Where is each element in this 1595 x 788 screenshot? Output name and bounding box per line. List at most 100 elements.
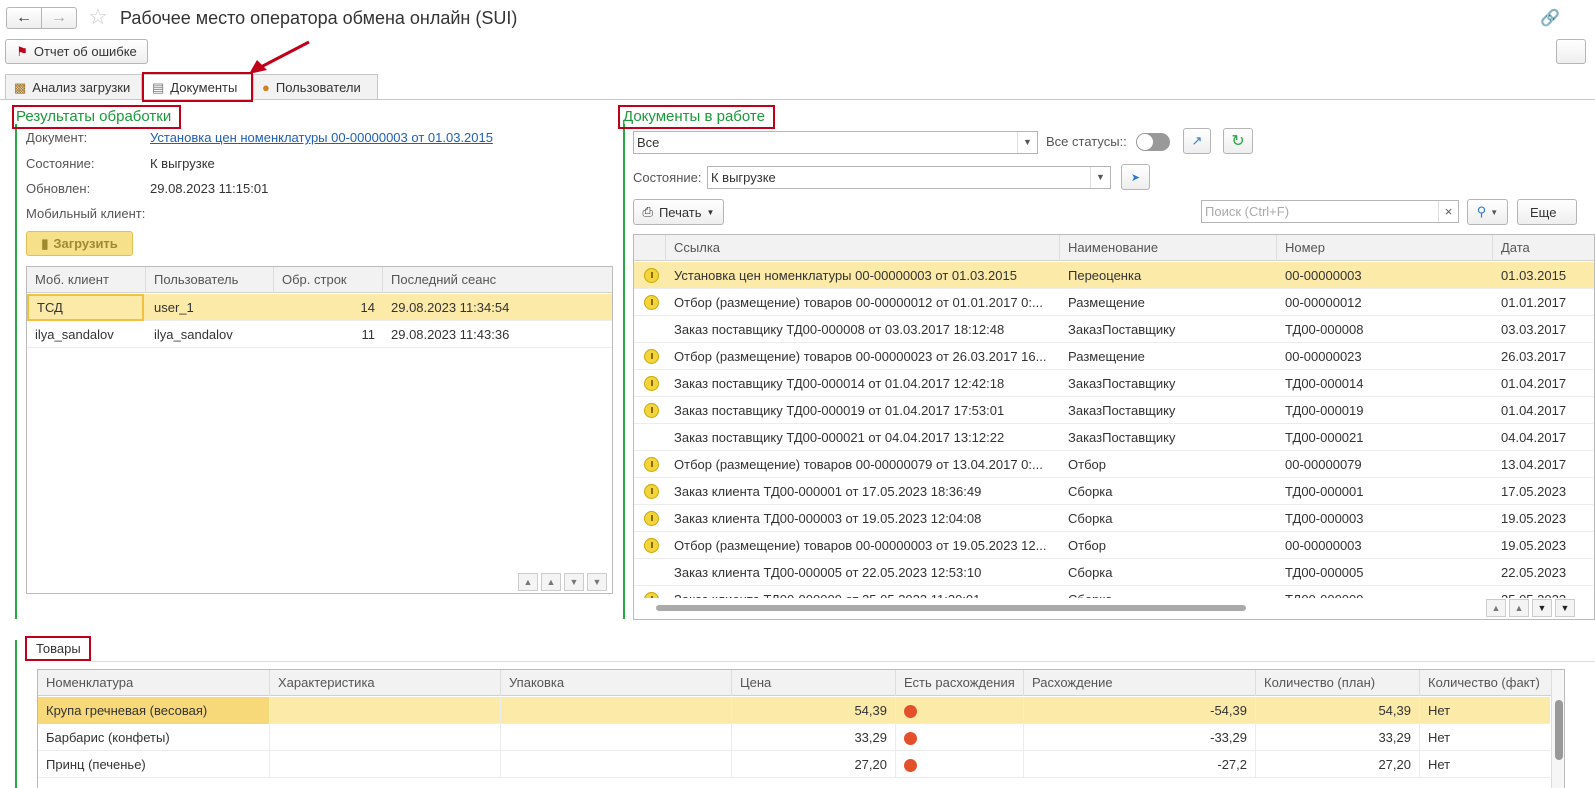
horizontal-scrollbar[interactable] (642, 604, 1460, 612)
table-row[interactable]: Заказ клиента ТД00-000003 от 19.05.2023 … (634, 505, 1594, 532)
more-label: Еще (1530, 204, 1557, 220)
search-input[interactable]: Поиск (Ctrl+F) × (1201, 200, 1459, 223)
cell-qty-fact: Нет (1428, 757, 1451, 772)
col-diff[interactable]: Расхождение (1024, 670, 1256, 696)
col-package[interactable]: Упаковка (501, 670, 732, 696)
cell-name: Размещение (1068, 349, 1145, 364)
table-row[interactable]: Заказ клиента ТД00-000005 от 22.05.2023 … (634, 559, 1594, 586)
search-button[interactable]: ⚲ ▼ (1467, 199, 1508, 225)
scroll-down-button[interactable]: ▼ (1532, 599, 1552, 617)
table-row[interactable]: Заказ клиента ТД00-000001 от 17.05.2023 … (634, 478, 1594, 505)
col-user[interactable]: Пользователь (146, 267, 274, 293)
cell-number: ТД00-000014 (1285, 376, 1364, 391)
table-row[interactable]: Барбарис (конфеты) 33,29 -33,29 33,29 Нет (38, 724, 1550, 751)
cell-number: 00-00000003 (1285, 538, 1362, 553)
scroll-top-button[interactable]: ▲ (1486, 599, 1506, 617)
table-row[interactable]: Заказ поставщику ТД00-000008 от 03.03.20… (634, 316, 1594, 343)
col-mobile-client[interactable]: Моб. клиент (27, 267, 146, 293)
col-ref[interactable]: Ссылка (666, 235, 1060, 261)
col-number[interactable]: Номер (1277, 235, 1493, 261)
state-label: Состояние: (26, 156, 95, 171)
document-link[interactable]: Установка цен номенклатуры 00-00000003 о… (150, 130, 493, 145)
scroll-up-button[interactable]: ▲ (1509, 599, 1529, 617)
table-row[interactable]: ТСД user_1 14 29.08.2023 11:34:54 (27, 294, 612, 321)
table-row[interactable]: Установка цен номенклатуры 00-00000003 о… (634, 262, 1594, 289)
cell-date: 01.03.2015 (1501, 268, 1567, 283)
table-row[interactable]: Крупа гречневая (весовая) 54,39 -54,39 54,3… (38, 697, 1550, 724)
document-label: Документ: (26, 130, 88, 145)
cell-package (501, 697, 732, 724)
col-characteristic[interactable]: Характеристика (270, 670, 501, 696)
scroll-up-button[interactable]: ▲ (541, 573, 561, 591)
chevron-down-icon[interactable]: ▼ (1017, 132, 1037, 153)
menu-button[interactable] (1556, 39, 1586, 64)
all-statuses-toggle[interactable] (1136, 133, 1170, 151)
docs-state-label: Состояние: (633, 170, 702, 185)
docs-heading-box (618, 105, 775, 129)
cell-date: 01.01.2017 (1501, 295, 1567, 310)
load-button[interactable]: ▮ Загрузить (26, 231, 133, 256)
forward-button[interactable]: → (41, 7, 77, 29)
table-row[interactable]: Принц (печенье) 27,20 -27,2 27,20 Нет (38, 751, 1550, 778)
table-row[interactable]: Отбор (размещение) товаров 00-00000012 о… (634, 289, 1594, 316)
refresh-button[interactable]: ↻ (1223, 128, 1253, 154)
cell-date: 01.04.2017 (1501, 403, 1567, 418)
table-row[interactable]: ilya_sandalov ilya_sandalov 11 29.08.202… (27, 321, 612, 348)
more-button[interactable]: Еще (1517, 199, 1577, 225)
col-last-session[interactable]: Последний сеанс (383, 267, 612, 293)
export-button[interactable]: ↗ (1183, 128, 1211, 154)
window-title: Рабочее место оператора обмена онлайн (S… (120, 8, 518, 28)
col-lines[interactable]: Обр. строк (274, 267, 383, 293)
apply-state-button[interactable]: ➤ (1121, 164, 1150, 190)
goods-rows: Крупа гречневая (весовая) 54,39 -54,39 54,3… (38, 697, 1550, 788)
link-icon[interactable]: 🔗 (1540, 8, 1560, 28)
status-mark-icon (644, 268, 659, 283)
scroll-bottom-button[interactable]: ▼ (1555, 599, 1575, 617)
error-report-button[interactable]: ⚑ Отчет об ошибке (5, 39, 148, 64)
favorite-star-icon[interactable]: ☆ (88, 4, 108, 30)
state-select[interactable]: К выгрузке ▼ (707, 166, 1111, 189)
tab-highlight-box (142, 72, 253, 102)
cell-has-diff (896, 724, 1024, 751)
cell-name: Размещение (1068, 295, 1145, 310)
documents-rows: Установка цен номенклатуры 00-00000003 о… (634, 262, 1594, 598)
cell-ref: Установка цен номенклатуры 00-00000003 о… (674, 268, 1017, 283)
goods-divider (92, 661, 1595, 662)
table-row[interactable]: Заказ клиента ТД00-000009 от 25.05.2023 … (634, 586, 1594, 598)
cell-lines: 14 (360, 300, 375, 315)
cell-diff: -33,29 (1024, 724, 1256, 751)
col-price[interactable]: Цена (732, 670, 896, 696)
tab-load-analysis[interactable]: ▩ Анализ загрузки (5, 74, 142, 100)
back-button[interactable]: ← (6, 7, 42, 29)
col-qty-plan[interactable]: Количество (план) (1256, 670, 1420, 696)
col-qty-fact[interactable]: Количество (факт) (1420, 670, 1550, 696)
status-mark-icon (644, 484, 659, 499)
col-has-diff[interactable]: Есть расхождения (896, 670, 1024, 696)
status-mark-icon (644, 295, 659, 310)
user-icon: ● (262, 80, 270, 95)
tab-label: Анализ загрузки (32, 80, 131, 95)
table-row[interactable]: Отбор (размещение) товаров 00-00000023 о… (634, 343, 1594, 370)
chevron-down-icon[interactable]: ▼ (1090, 167, 1110, 188)
scroll-top-button[interactable]: ▲ (518, 573, 538, 591)
col-name[interactable]: Наименование (1060, 235, 1277, 261)
cell-date: 01.04.2017 (1501, 376, 1567, 391)
table-row[interactable]: Отбор (размещение) товаров 00-00000003 о… (634, 532, 1594, 559)
vertical-scrollbar[interactable] (1551, 670, 1564, 788)
cell-date: 19.05.2023 (1501, 538, 1567, 553)
cell-ref: Отбор (размещение) товаров 00-00000012 о… (674, 295, 1043, 310)
scroll-bottom-button[interactable]: ▼ (587, 573, 607, 591)
table-row[interactable]: Отбор (размещение) товаров 00-00000079 о… (634, 451, 1594, 478)
col-item[interactable]: Номенклатура (38, 670, 270, 696)
col-date[interactable]: Дата (1493, 235, 1594, 261)
discrepancy-icon (904, 705, 917, 719)
table-row[interactable]: Заказ поставщику ТД00-000014 от 01.04.20… (634, 370, 1594, 397)
cell-ref: Заказ клиента ТД00-000003 от 19.05.2023 … (674, 511, 982, 526)
filter-select[interactable]: Все ▼ (633, 131, 1038, 154)
table-row[interactable]: Заказ поставщику ТД00-000021 от 04.04.20… (634, 424, 1594, 451)
print-button[interactable]: ⎙ Печать ▼ (633, 199, 724, 225)
table-row[interactable]: Заказ поставщику ТД00-000019 от 01.04.20… (634, 397, 1594, 424)
cell-date: 22.05.2023 (1501, 565, 1567, 580)
clear-icon[interactable]: × (1438, 201, 1458, 222)
scroll-down-button[interactable]: ▼ (564, 573, 584, 591)
